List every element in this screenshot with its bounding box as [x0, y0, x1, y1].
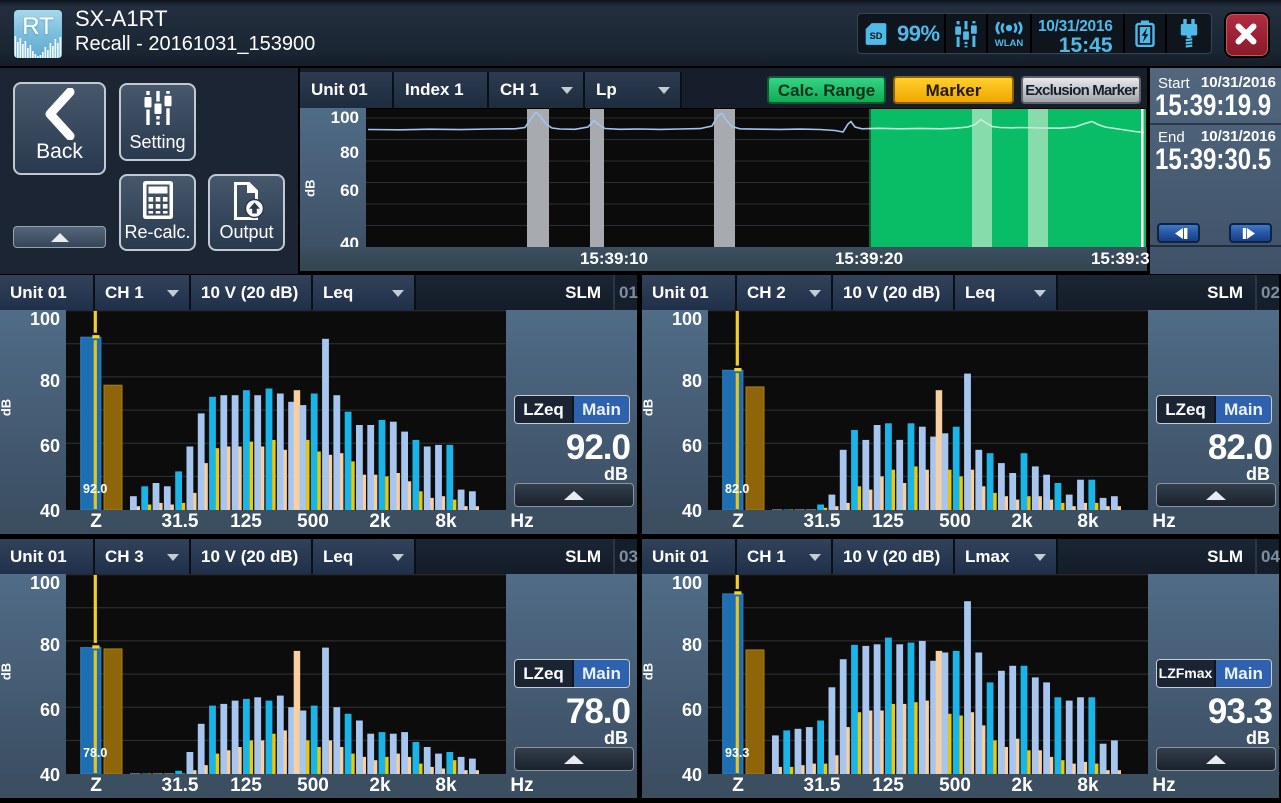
svg-text:82.0: 82.0 — [725, 482, 749, 496]
svg-text:92.0: 92.0 — [83, 482, 107, 496]
svg-text:93.3: 93.3 — [725, 746, 749, 760]
svg-text:WLAN: WLAN — [995, 38, 1024, 49]
svg-text:78.0: 78.0 — [83, 746, 107, 760]
svg-text:SD: SD — [870, 30, 883, 40]
